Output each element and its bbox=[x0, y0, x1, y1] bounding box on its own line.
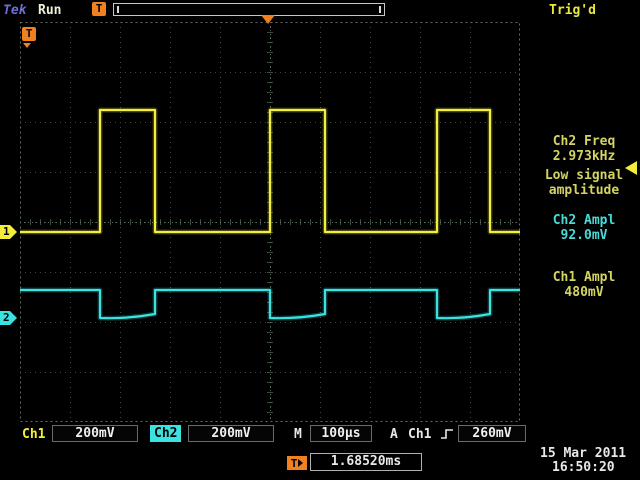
trigger-level-readout: 260mV bbox=[458, 425, 526, 442]
tek-logo: Tek bbox=[3, 3, 26, 18]
measurement-label: Ch1 Ampl bbox=[528, 270, 640, 285]
measurement-value: 92.0mV bbox=[528, 228, 640, 243]
trigger-status: Trig'd bbox=[549, 3, 596, 18]
oscilloscope-screen: Tek Run T Trig'd T 1 2 Ch2 Freq 2.973kHz… bbox=[0, 0, 640, 480]
ch1-ground-marker-label: 1 bbox=[3, 225, 10, 238]
record-view-right-bracket bbox=[379, 6, 381, 13]
graticule-trigger-tag: T bbox=[22, 27, 36, 41]
acquisition-status: Run bbox=[38, 3, 61, 18]
graticule bbox=[20, 22, 520, 422]
measurement-value: 480mV bbox=[528, 285, 640, 300]
rising-edge-icon bbox=[440, 427, 454, 441]
date-readout: 15 Mar 2011 bbox=[540, 446, 626, 461]
measurement-label: Ch2 Ampl bbox=[528, 213, 640, 228]
measurement-label: Ch2 Freq bbox=[528, 134, 640, 149]
ch1-label: Ch1 bbox=[22, 427, 45, 442]
record-view-bar bbox=[113, 3, 385, 16]
measurement-value: 2.973kHz bbox=[528, 149, 640, 164]
ch1-ground-marker: 1 bbox=[0, 225, 17, 239]
measurement-ch2-ampl: Ch2 Ampl 92.0mV bbox=[528, 213, 640, 243]
measurement-ch2-freq: Ch2 Freq 2.973kHz Low signal amplitude bbox=[528, 134, 640, 198]
ch2-label-chip: Ch2 bbox=[150, 425, 181, 442]
ch1-trace bbox=[20, 110, 520, 232]
trigger-mode-label: A bbox=[390, 427, 398, 442]
measurement-warning-line1: Low signal bbox=[528, 168, 640, 183]
right-arrow-icon bbox=[298, 459, 303, 467]
measurement-ch1-ampl: Ch1 Ampl 480mV bbox=[528, 270, 640, 300]
trigger-tag-arrow-icon bbox=[23, 43, 31, 48]
measurement-warning-line2: amplitude bbox=[528, 183, 640, 198]
ch2-scale-readout: 200mV bbox=[188, 425, 274, 442]
ch2-trace bbox=[20, 290, 520, 318]
trigger-source-readout: Ch1 bbox=[408, 427, 431, 442]
time-readout: 16:50:20 bbox=[552, 460, 615, 475]
timebase-readout: 100µs bbox=[310, 425, 372, 442]
trigger-delay-icon-label: T bbox=[291, 457, 298, 470]
timebase-label: M bbox=[294, 427, 302, 442]
ch2-ground-marker-label: 2 bbox=[3, 311, 10, 324]
trigger-delay-readout: 1.68520ms bbox=[310, 453, 422, 471]
trigger-delay-icon: T bbox=[287, 456, 307, 470]
ch1-scale-readout: 200mV bbox=[52, 425, 138, 442]
record-view-left-bracket bbox=[117, 6, 119, 13]
trigger-position-icon: T bbox=[92, 2, 106, 16]
ch2-ground-marker: 2 bbox=[0, 311, 17, 325]
